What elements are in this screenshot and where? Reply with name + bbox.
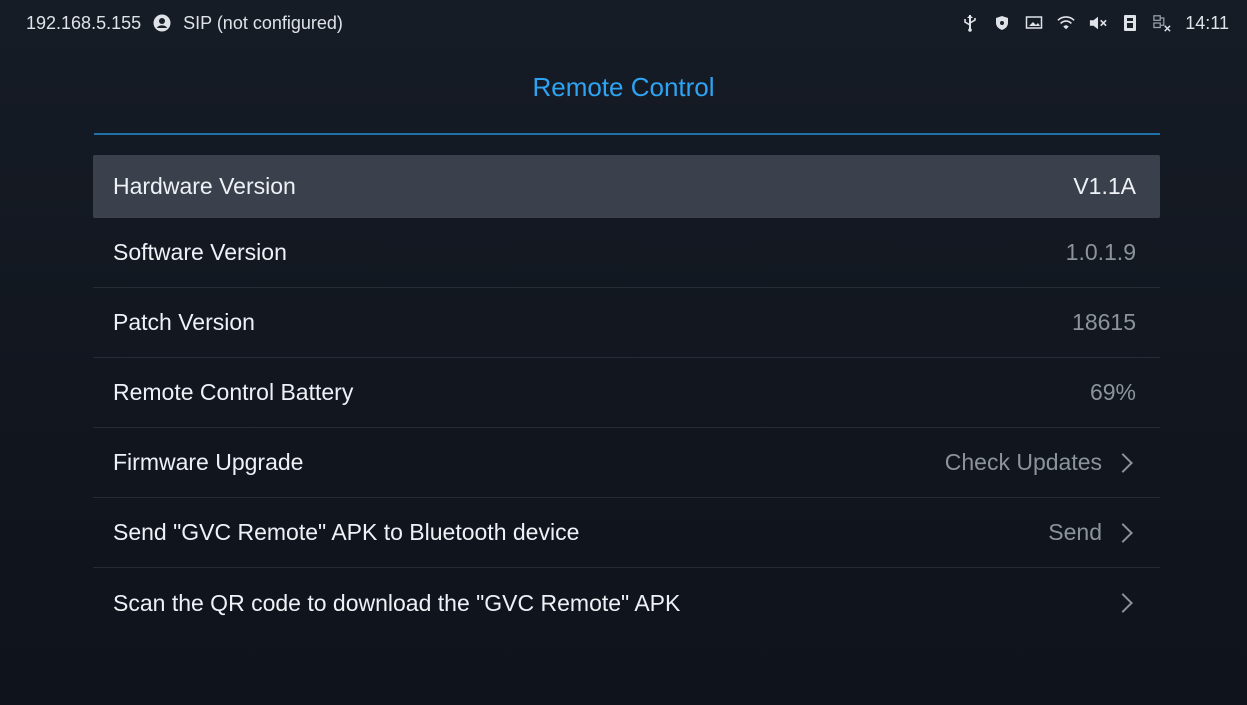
sip-status: SIP (not configured) <box>183 12 343 33</box>
row-firmware-upgrade[interactable]: Firmware Upgrade Check Updates <box>93 428 1160 498</box>
row-value <box>1102 593 1136 613</box>
usb-icon <box>961 14 979 32</box>
check-updates-label: Check Updates <box>944 449 1102 475</box>
hardware-version-value: V1.1A <box>1073 172 1136 199</box>
account-icon <box>153 14 171 32</box>
screen: 192.168.5.155 SIP (not configured) 14:11… <box>0 0 1247 705</box>
status-bar-left: 192.168.5.155 SIP (not configured) <box>26 13 343 34</box>
patch-version-value: 18615 <box>1072 309 1136 335</box>
row-label: Remote Control Battery <box>113 379 354 405</box>
row-value: 1.0.1.9 <box>1066 239 1136 266</box>
shield-icon <box>993 14 1011 32</box>
sim-icon <box>1121 14 1139 32</box>
row-label: Scan the QR code to download the "GVC Re… <box>113 589 681 616</box>
row-hardware-version[interactable]: Hardware Version V1.1A <box>93 155 1160 218</box>
chevron-right-icon <box>1113 593 1133 613</box>
row-send-apk-bluetooth[interactable]: Send "GVC Remote" APK to Bluetooth devic… <box>93 498 1160 568</box>
ethernet-disconnected-icon <box>1153 14 1171 32</box>
row-value: 18615 <box>1072 309 1136 336</box>
wifi-icon <box>1057 14 1075 32</box>
status-bar-right: 14:11 <box>961 13 1229 34</box>
row-label: Software Version <box>113 239 287 265</box>
row-label: Hardware Version <box>113 172 296 199</box>
row-scan-qr-code[interactable]: Scan the QR code to download the "GVC Re… <box>93 568 1160 638</box>
status-bar: 192.168.5.155 SIP (not configured) 14:11 <box>0 0 1247 46</box>
chevron-right-icon <box>1113 452 1133 473</box>
row-label: Send "GVC Remote" APK to Bluetooth devic… <box>113 519 580 545</box>
chevron-right-icon <box>1113 522 1133 543</box>
row-label: Patch Version <box>113 309 255 335</box>
row-remote-control-battery[interactable]: Remote Control Battery 69% <box>93 358 1160 428</box>
row-value: Send <box>1048 519 1136 546</box>
settings-list: Hardware Version V1.1A Software Version … <box>93 155 1160 638</box>
row-value: Check Updates <box>945 449 1136 476</box>
row-patch-version[interactable]: Patch Version 18615 <box>93 288 1160 358</box>
page-title: Remote Control <box>532 72 715 102</box>
software-version-value: 1.0.1.9 <box>1065 239 1136 265</box>
send-label: Send <box>1048 519 1102 545</box>
row-software-version[interactable]: Software Version 1.0.1.9 <box>93 218 1160 288</box>
screen-icon <box>1025 14 1043 32</box>
clock: 14:11 <box>1185 12 1229 33</box>
ip-address: 192.168.5.155 <box>26 12 142 33</box>
title-divider <box>94 133 1160 135</box>
battery-value: 69% <box>1089 379 1136 405</box>
row-value: 69% <box>1090 379 1136 406</box>
row-value: V1.1A <box>1073 173 1136 200</box>
row-label: Firmware Upgrade <box>113 449 304 475</box>
muted-speaker-icon <box>1089 14 1107 32</box>
